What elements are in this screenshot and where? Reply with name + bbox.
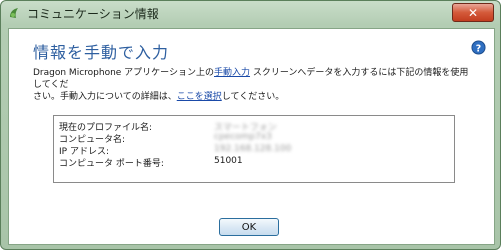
ok-button[interactable]: OK (219, 218, 279, 236)
help-icon[interactable]: ? (471, 40, 486, 55)
dialog-body: 情報を手動で入力 ? Dragon Microphone アプリケーション上の手… (8, 28, 495, 245)
title-bar[interactable]: コミュニケーション情報 ✕ (1, 1, 500, 25)
manual-input-link[interactable]: 手動入力 (214, 68, 250, 78)
close-button[interactable]: ✕ (452, 3, 494, 22)
ip-address-value: 192.168.128.100 (214, 144, 292, 154)
port-label: コンピュータ ポート番号: (59, 159, 164, 169)
port-value: 51001 (214, 156, 243, 166)
select-here-link[interactable]: ここを選択 (177, 92, 222, 102)
connection-info-box: 現在のプロファイル名: スマートフォン コンピュータ名: cpecomp7x3 … (53, 115, 455, 183)
window-title: コミュニケーション情報 (27, 7, 159, 21)
page-title: 情報を手動で入力 (33, 43, 170, 62)
app-icon (10, 8, 18, 18)
close-icon: ✕ (467, 5, 479, 20)
svg-text:?: ? (476, 43, 481, 54)
dialog-window: コミュニケーション情報 ✕ 情報を手動で入力 ? Dragon Micropho… (0, 0, 501, 250)
description-text: Dragon Microphone アプリケーション上の手動入力 スクリーンへデ… (33, 68, 469, 102)
computer-name-value: cpecomp7x3 (214, 132, 272, 142)
